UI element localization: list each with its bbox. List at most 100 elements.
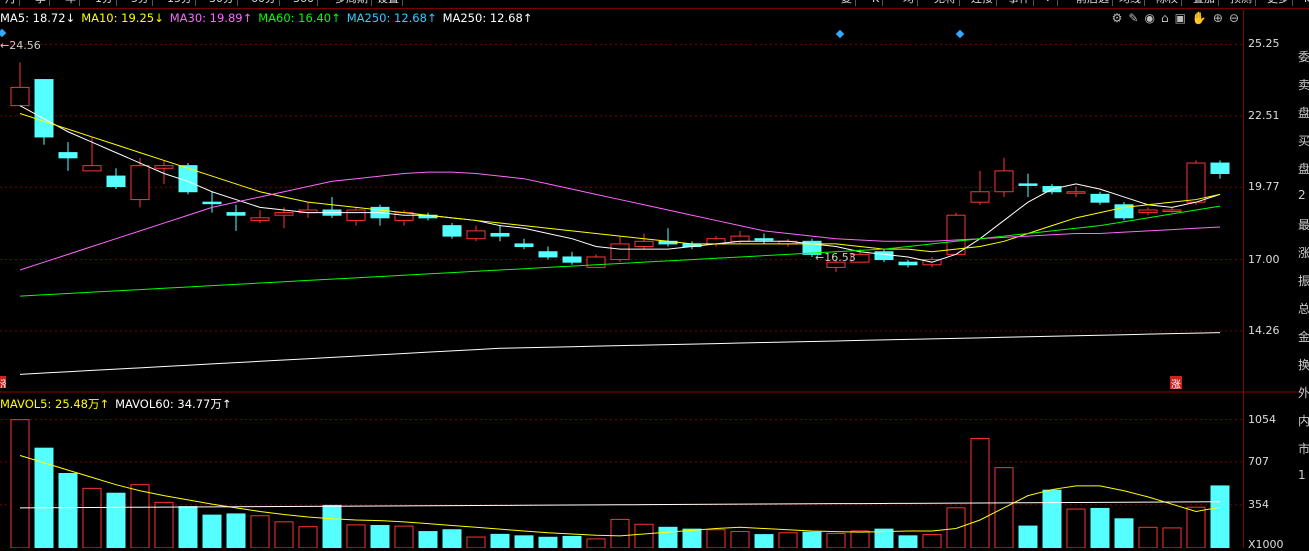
candle-body-40[interactable] [970,191,990,203]
volume-bar-5[interactable] [130,484,150,548]
volume-bar-39[interactable] [946,507,966,548]
volume-bar-32[interactable] [778,532,798,548]
volume-bar-27[interactable] [658,526,678,548]
vol-axis-label-1: 707 [1248,454,1269,468]
volume-bar-0[interactable] [10,419,30,548]
volume-bar-19[interactable] [466,536,486,548]
right-panel-item-14: 市 [1298,442,1309,456]
volume-bar-34[interactable] [826,532,846,548]
volume-bar-44[interactable] [1066,508,1086,548]
volume-bar-48[interactable] [1162,527,1182,548]
volume-bar-18[interactable] [442,529,462,548]
volume-bar-9[interactable] [226,513,246,548]
volume-bar-45[interactable] [1090,507,1110,548]
right-panel-item-1: 卖 [1298,78,1309,92]
volume-bar-21[interactable] [514,535,534,548]
volume-bar-16[interactable] [394,525,414,548]
volume-bar-15[interactable] [370,524,390,548]
candle-body-3[interactable] [82,165,102,172]
volume-bar-10[interactable] [250,515,270,548]
volume-bar-8[interactable] [202,514,222,548]
candle-body-41[interactable] [994,170,1014,193]
volume-bar-23[interactable] [562,535,582,548]
candle-body-11[interactable] [274,212,294,216]
volume-bar-50[interactable] [1210,485,1230,548]
candle-body-2[interactable] [58,152,78,159]
volume-bar-2[interactable] [58,472,78,548]
candle-body-26[interactable] [634,240,654,248]
candle-body-31[interactable] [754,238,774,241]
right-panel-item-15: 1 [1298,468,1306,482]
candle-body-5[interactable] [130,165,150,201]
candle-body-25[interactable] [610,243,630,261]
candle-body-49[interactable] [1186,162,1206,203]
volume-bar-26[interactable] [634,523,654,548]
volume-bar-42[interactable] [1018,525,1038,548]
candle-body-20[interactable] [490,232,510,237]
price-axis-label-2: 19.77 [1248,180,1280,194]
candle-body-7[interactable] [178,165,198,193]
volume-bar-17[interactable] [418,531,438,548]
ma-line-ma250 [19,332,1221,375]
volume-bar-12[interactable] [298,526,318,548]
low-annotation: ←16.53 [815,251,856,264]
volume-bar-11[interactable] [274,521,294,548]
volume-bar-37[interactable] [898,535,918,548]
candle-body-14[interactable] [346,209,366,221]
candle-body-45[interactable] [1090,193,1110,203]
volume-bar-4[interactable] [106,492,126,548]
candle-body-0[interactable] [10,86,30,107]
volume-bar-20[interactable] [490,533,510,548]
candle-body-48[interactable] [1162,209,1182,212]
candle-body-42[interactable] [1018,183,1038,186]
candle-body-4[interactable] [106,175,126,188]
volume-bar-35[interactable] [850,530,870,548]
volume-bar-14[interactable] [346,524,366,548]
candle-body-44[interactable] [1066,191,1086,194]
candle-body-10[interactable] [250,217,270,221]
right-info-panel: 委卖盘买盘 2 最涨振总金换外内市 1 [1298,0,1309,548]
price-axis-line [1243,10,1244,548]
candle-body-6[interactable] [154,165,174,169]
volume-bar-3[interactable] [82,487,102,548]
candle-body-50[interactable] [1210,162,1230,174]
candle-body-23[interactable] [562,256,582,263]
volume-bar-24[interactable] [586,538,606,548]
candle-body-18[interactable] [442,225,462,237]
candle-body-21[interactable] [514,243,534,248]
price-axis-label-3: 17.00 [1248,252,1280,266]
volume-bar-31[interactable] [754,534,774,548]
volume-bar-46[interactable] [1114,518,1134,548]
right-panel-item-13: 内 [1298,414,1309,428]
volume-bar-38[interactable] [922,534,942,548]
volume-bar-6[interactable] [154,501,174,548]
volume-bar-30[interactable] [730,531,750,548]
candle-body-9[interactable] [226,212,246,216]
volume-bar-33[interactable] [802,531,822,548]
candlestick-chart[interactable] [0,0,1309,548]
candle-body-1[interactable] [34,79,54,138]
volume-bar-25[interactable] [610,518,630,548]
event-marker-1[interactable] [835,29,845,39]
event-marker-2[interactable] [955,29,965,39]
right-panel-item-11: 换 [1298,358,1309,372]
marker-right: 涨 [1170,376,1182,391]
volume-bar-7[interactable] [178,506,198,548]
event-marker-0[interactable] [0,28,7,38]
candle-body-24[interactable] [586,256,606,268]
candle-body-37[interactable] [898,261,918,266]
volume-bar-47[interactable] [1138,526,1158,548]
volume-bar-22[interactable] [538,536,558,548]
volume-bar-29[interactable] [706,529,726,548]
volume-bar-28[interactable] [682,528,702,548]
volume-bar-13[interactable] [322,504,342,548]
candle-body-36[interactable] [874,251,894,261]
candle-body-30[interactable] [730,235,750,242]
candle-body-8[interactable] [202,201,222,205]
volume-bar-49[interactable] [1186,506,1206,548]
volume-bar-43[interactable] [1042,489,1062,548]
candle-body-19[interactable] [466,230,486,240]
candle-body-22[interactable] [538,251,558,258]
volume-bar-40[interactable] [970,437,990,548]
candle-body-47[interactable] [1138,209,1158,214]
